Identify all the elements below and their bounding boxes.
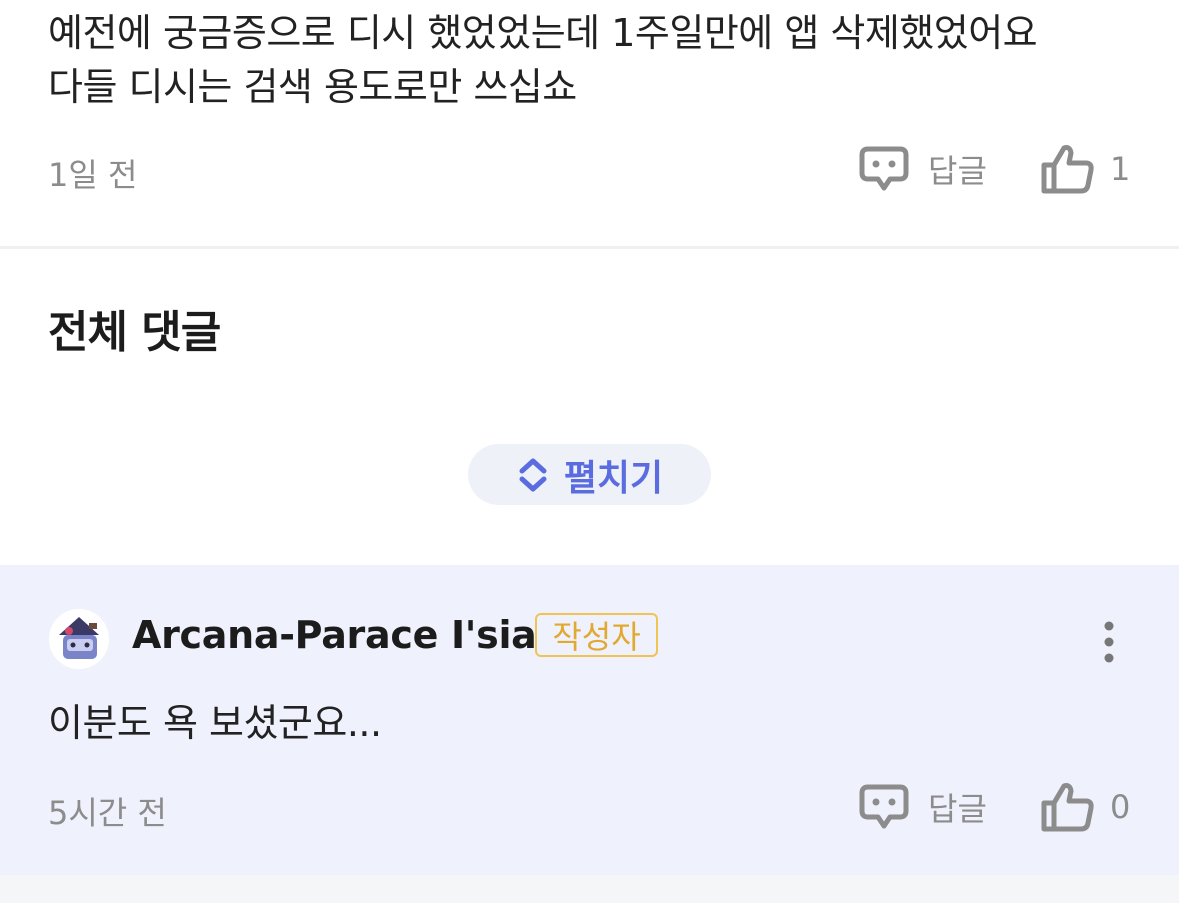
avatar[interactable] — [49, 609, 109, 669]
speech-bubble-icon — [858, 143, 910, 195]
comment-timestamp: 5시간 전 — [48, 794, 167, 832]
reply-button[interactable]: 답글 — [858, 781, 987, 833]
comment-text-line-2: 다들 디시는 검색 용도로만 쓰십쇼 — [48, 65, 577, 109]
section-divider — [0, 246, 1179, 249]
thumbs-up-icon — [1040, 143, 1096, 195]
bottom-separator — [0, 875, 1179, 903]
reply-label: 답글 — [928, 152, 987, 190]
comment-timestamp: 1일 전 — [48, 156, 138, 194]
like-button[interactable]: 0 — [1040, 781, 1130, 833]
expand-chevrons-icon — [516, 455, 550, 495]
author-name[interactable]: Arcana-Parace I'sia — [132, 613, 537, 657]
section-title: 전체 댓글 — [48, 307, 221, 358]
comment-text: 이분도 욕 보셨군요... — [48, 701, 382, 745]
speech-bubble-icon — [858, 781, 910, 833]
author-badge: 작성자 — [535, 613, 658, 657]
like-count: 1 — [1110, 150, 1131, 188]
more-vertical-icon — [1096, 620, 1122, 664]
thumbs-up-icon — [1040, 781, 1096, 833]
comment-text-line-1: 예전에 궁금증으로 디시 했었었는데 1주일만에 앱 삭제했었어요 — [48, 11, 1038, 55]
expand-button[interactable]: 펼치기 — [468, 444, 711, 505]
expand-label: 펼치기 — [563, 457, 664, 499]
more-options-button[interactable] — [1096, 620, 1122, 664]
reply-label: 답글 — [928, 790, 987, 828]
like-button[interactable]: 1 — [1040, 143, 1130, 195]
like-count: 0 — [1110, 788, 1131, 826]
reply-button[interactable]: 답글 — [858, 143, 987, 195]
